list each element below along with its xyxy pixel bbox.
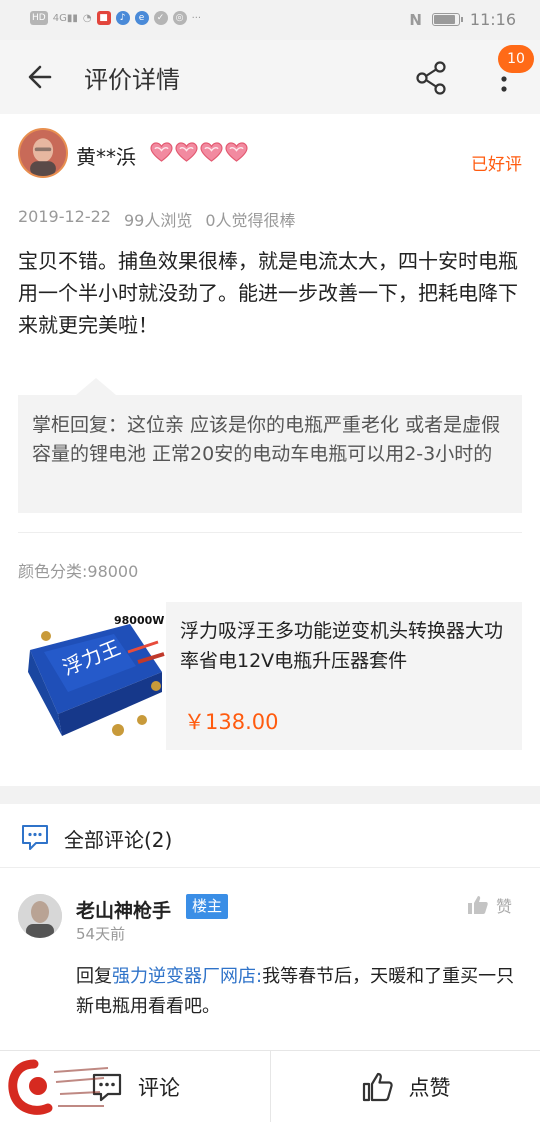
sku-label: 颜色分类:98000 [18,562,139,581]
owner-badge: 楼主 [186,894,229,919]
review-user-row: 黄**浜 已好评 [0,120,540,190]
comment-item: 老山神枪手 楼主 54天前 赞 回复强力逆变器厂网店:我等春节后，天暖和了重买一… [0,880,540,1040]
comments-header: 全部评论(2) [0,804,540,868]
status-icons-left: HD 4G▮▮ ◔ ■ ♪ e ✓ ◎ ··· [30,11,201,25]
product-image: 浮力王 98000W [18,602,166,750]
share-icon [416,61,446,95]
product-photo: 浮力王 98000W [18,602,166,750]
status-time: 11:16 [469,10,516,29]
wifi-icon: ◔ [82,12,92,24]
comment-text: 回复强力逆变器厂网店:我等春节后，天暖和了重买一只新电瓶用看看吧。 [76,962,522,1022]
gallery-icon: ◎ [172,11,187,25]
rating-tag: 已好评 [471,155,522,175]
rating-hearts [150,142,248,162]
avatar-image [20,130,66,176]
nfc-icon: N [409,10,422,29]
product-title: 浮力吸浮王多功能逆变机头转换器大功率省电12V电瓶升压器套件 [180,620,504,672]
like-button[interactable]: 点赞 [271,1051,540,1122]
product-price: ￥138.00 [184,710,279,734]
comments-title: 全部评论(2) [64,828,173,852]
reply-pointer [76,378,116,395]
reviewer-name: 黄**浜 [76,145,136,169]
divider [18,532,522,533]
review-date: 2019-12-22 [18,207,111,226]
thumbs-up-outline-icon [362,1072,393,1102]
shield-icon: ✓ [153,11,168,25]
review-likes: 0人觉得很棒 [205,211,296,230]
commenter-avatar[interactable] [18,894,62,938]
seller-reply: 掌柜回复：这位亲 应该是你的电瓶严重老化 或者是虚假容量的锂电池 正常20安的电… [18,395,522,513]
share-button[interactable] [410,56,454,100]
comment-like-label: 赞 [496,897,513,916]
app-header: 评价详情 [0,40,540,114]
back-arrow-icon [28,65,52,89]
notification-badge: 10 [498,45,534,73]
music-icon: ♪ [115,11,130,25]
heart-icon [175,142,198,162]
battery-icon [431,13,463,26]
back-button[interactable] [18,54,64,100]
reply-prefix: 回复 [76,966,112,987]
product-card[interactable]: 浮力王 98000W 浮力吸浮王多功能逆变机头转换器大功率省电12V电瓶升压器套… [18,602,522,750]
battery-level [433,15,455,24]
status-bar: HD 4G▮▮ ◔ ■ ♪ e ✓ ◎ ··· N 11:16 [0,0,540,40]
heart-icon [150,142,173,162]
reviewer-avatar[interactable] [18,128,68,178]
review-views: 99人浏览 [123,211,193,230]
section-separator [0,786,540,804]
app-icon: ■ [96,11,111,25]
comment-like-button[interactable]: 赞 [466,893,512,917]
review-text: 宝贝不错。捕鱼效果很棒，就是电流太大，四十安时电瓶用一个半小时就没劲了。能进一步… [18,249,518,337]
hd-icon: HD [30,11,48,25]
like-button-label: 点赞 [408,1076,451,1100]
comment-bubble-icon [22,825,48,850]
watermark-logo [8,1059,109,1115]
browser-icon: e [134,11,149,25]
comment-button-label: 评论 [138,1076,180,1100]
reply-target-link[interactable]: 强力逆变器厂网店: [112,966,262,987]
avatar-image [18,894,62,938]
more-dots-icon: ··· [191,12,202,24]
review-meta: 2019-12-22 99人浏览 0人觉得很棒 [18,207,296,231]
comment-time: 54天前 [76,925,126,943]
status-icons-right: N 11:16 [409,10,516,29]
page-title: 评价详情 [84,66,180,94]
thumbs-up-icon [468,896,488,914]
signal-icon: 4G▮▮ [52,12,78,24]
commenter-name: 老山神枪手 [76,900,172,922]
heart-icon [225,142,248,162]
heart-icon [200,142,223,162]
product-image-label: 98000W [114,614,164,627]
